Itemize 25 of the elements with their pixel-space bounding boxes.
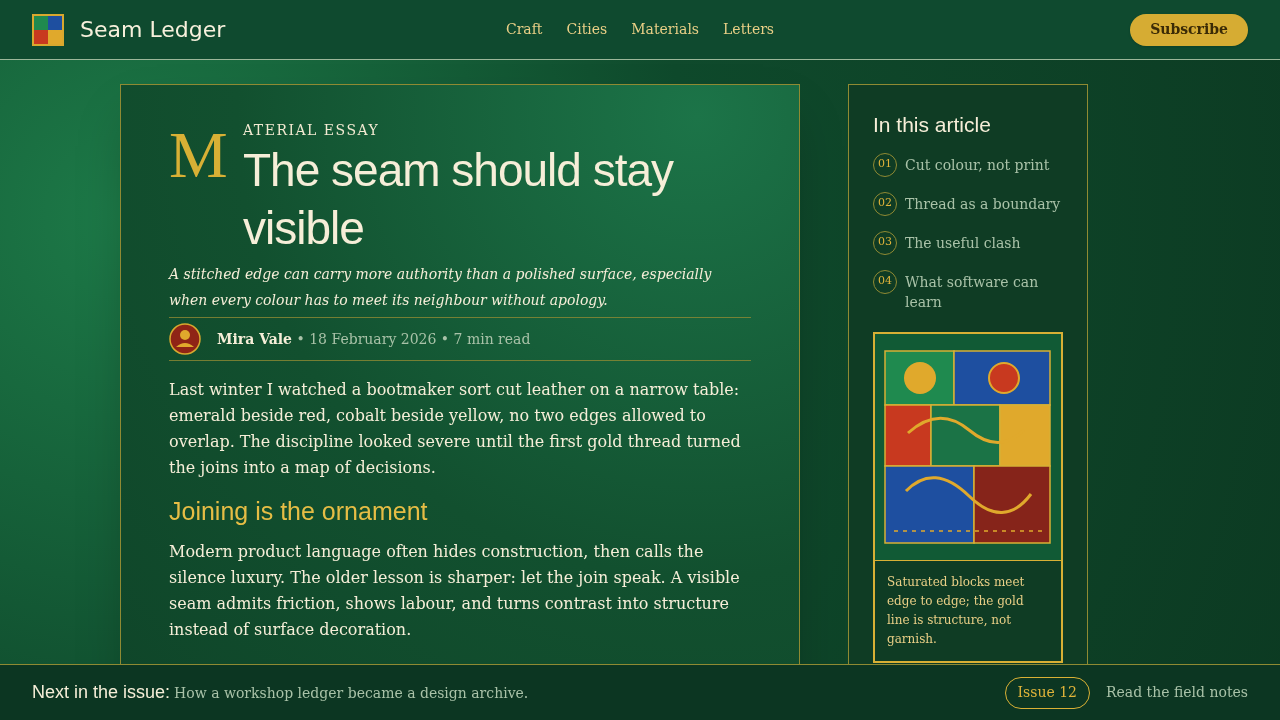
toc-link[interactable]: Thread as a boundary — [905, 191, 1061, 214]
byline: Mira Vale • 18 February 2026 • 7 min read — [217, 329, 531, 349]
article-title: The seam should stay visible — [243, 143, 675, 256]
brand-name: Seam Ledger — [80, 16, 226, 44]
avatar-icon — [169, 323, 201, 355]
footer-lead: Next in the issue: — [32, 681, 171, 704]
body-paragraph: Modern product language often hides construction, then calls the silence luxury. The older lesson is sharper: let the join speak. A visible seam admits friction, shows labour, and turns contrast into structure instead of surface decoration. — [169, 540, 741, 641]
toc-link[interactable]: What software can learn — [905, 269, 1063, 312]
section-heading: Joining is the ornament — [169, 496, 429, 527]
nav-link[interactable]: Craft — [505, 19, 543, 40]
drop-cap: M — [169, 125, 229, 185]
illustration-caption: Saturated blocks meet edge to edge; the gold line is structure, not garnish. — [886, 573, 1026, 648]
article-subtitle: A stitched edge can carry more authority than a polished surface, especially when every colour has to meet its neighbour without apology. — [169, 265, 713, 310]
footer-text: How a workshop ledger became a design archive. — [174, 684, 529, 703]
toc-link[interactable]: The useful clash — [905, 230, 1021, 253]
subscribe-button[interactable]: Subscribe — [1130, 13, 1248, 46]
kicker-label: ATERIAL ESSAY — [243, 121, 381, 140]
field-notes-link[interactable]: Read the field notes — [1105, 682, 1248, 703]
toc-link[interactable]: Cut colour, not print — [905, 152, 1050, 175]
body-paragraph: Last winter I watched a bootmaker sort cut leather on a narrow table: emerald beside red, cobalt beside yellow, no two edges allowed to overlap. The discipline looked severe until the first gold thread turned the joins into a map of decisions. — [169, 379, 742, 479]
sidebar-title: In this article — [873, 112, 992, 138]
logo-icon — [32, 13, 64, 46]
nav-link[interactable]: Materials — [631, 19, 700, 40]
nav-link[interactable]: Cities — [566, 19, 608, 40]
nav-link[interactable]: Letters — [723, 19, 775, 40]
